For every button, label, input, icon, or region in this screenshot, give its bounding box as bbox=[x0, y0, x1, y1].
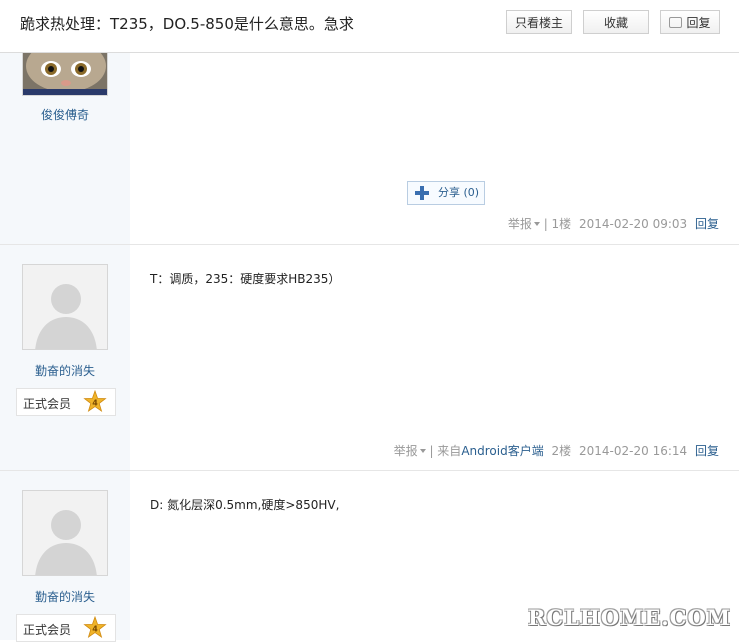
post-floor-2: 勤奋的消失 正式会员 4 T：调质，235：硬度要求HB235） 举报 | 来自… bbox=[0, 245, 739, 470]
username[interactable]: 勤奋的消失 bbox=[0, 362, 130, 379]
post-meta: 举报 | 1楼 2014-02-20 09:03 回复 bbox=[507, 217, 719, 231]
post-meta: 举报 | 来自Android客户端 2楼 2014-02-20 16:14 回复 bbox=[393, 444, 719, 458]
floor-number: 2楼 bbox=[551, 444, 572, 458]
favorite-button[interactable]: 收藏 bbox=[583, 10, 649, 34]
thread-title: 跪求热处理：T235，DO.5-850是什么意思。急求 bbox=[20, 15, 354, 33]
share-button[interactable]: 分享 (0) bbox=[407, 181, 485, 205]
svg-text:4: 4 bbox=[92, 399, 98, 408]
author-only-button[interactable]: 只看楼主 bbox=[506, 10, 572, 34]
reply-link[interactable]: 回复 bbox=[695, 217, 719, 231]
rank-badge: 正式会员 4 bbox=[16, 614, 116, 642]
rank-badge: 正式会员 4 bbox=[16, 388, 116, 416]
source-prefix: 来自 bbox=[437, 444, 462, 458]
svg-text:4: 4 bbox=[92, 625, 98, 634]
dropdown-caret-icon bbox=[533, 222, 540, 226]
post-content: T：调质，235：硬度要求HB235） bbox=[150, 272, 341, 286]
share-label: 分享 (0) bbox=[438, 186, 480, 199]
report-link[interactable]: 举报 bbox=[394, 444, 426, 458]
default-avatar-icon bbox=[23, 491, 107, 575]
reply-button[interactable]: 回复 bbox=[660, 10, 720, 34]
reply-link[interactable]: 回复 bbox=[695, 444, 719, 458]
watermark-text: RCLHOME.COM bbox=[528, 605, 731, 630]
post-time: 2014-02-20 16:14 bbox=[579, 444, 688, 458]
favorite-label: 收藏 bbox=[603, 16, 628, 30]
floor-number: 1楼 bbox=[551, 217, 572, 231]
source-link[interactable]: Android客户端 bbox=[461, 444, 543, 458]
plus-icon bbox=[415, 186, 429, 200]
default-avatar-icon bbox=[23, 265, 107, 349]
post-content: D: 氮化层深0.5mm,硬度>850HV, bbox=[150, 498, 340, 512]
user-avatar[interactable] bbox=[22, 264, 108, 350]
author-only-label: 只看楼主 bbox=[514, 16, 563, 30]
star-level-icon: 4 bbox=[83, 616, 107, 638]
rank-label: 正式会员 bbox=[23, 623, 72, 637]
reply-label: 回复 bbox=[686, 16, 711, 30]
dropdown-caret-icon bbox=[419, 449, 426, 453]
thread-header: 跪求热处理：T235，DO.5-850是什么意思。急求 只看楼主 收藏 回复 bbox=[0, 0, 739, 53]
star-level-icon: 4 bbox=[83, 390, 107, 412]
report-link[interactable]: 举报 bbox=[508, 217, 540, 231]
post-time: 2014-02-20 09:03 bbox=[579, 217, 688, 231]
speech-bubble-icon bbox=[669, 17, 683, 28]
username[interactable]: 勤奋的消失 bbox=[0, 588, 130, 605]
user-avatar[interactable] bbox=[22, 490, 108, 576]
username[interactable]: 俊俊傅奇 bbox=[0, 106, 130, 123]
rank-label: 正式会员 bbox=[23, 397, 72, 411]
